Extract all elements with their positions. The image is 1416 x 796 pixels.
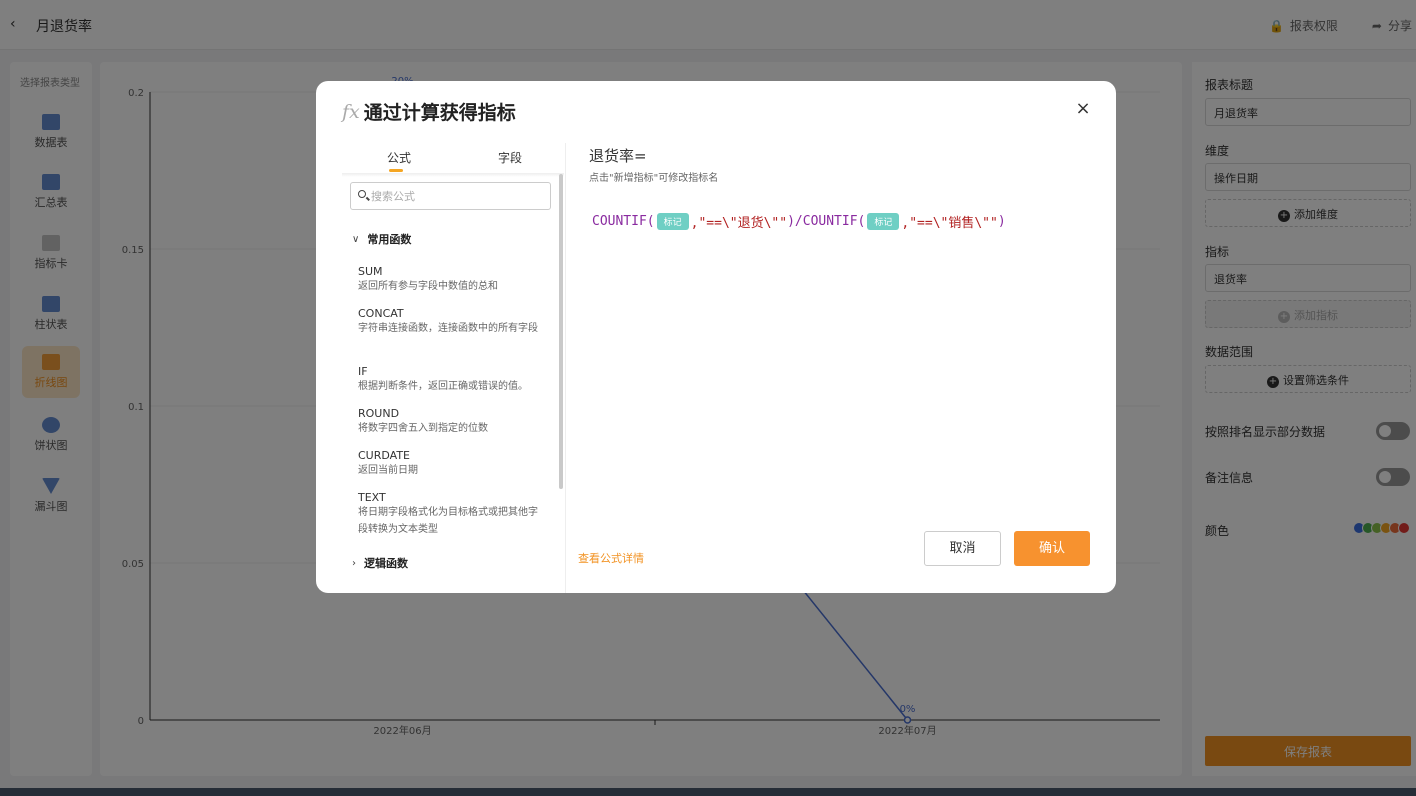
function-item-concat[interactable]: CONCAT 字符串连接函数，连接函数中的所有字段: [358, 307, 544, 337]
formula-metric-name: 退货率=: [589, 147, 647, 165]
function-item-text[interactable]: TEXT 将日期字段格式化为目标格式或把其他字段转换为文本类型: [358, 491, 544, 538]
function-item-sum[interactable]: SUM 返回所有参与字段中数值的总和: [358, 265, 544, 295]
tab-formula[interactable]: 公式: [387, 149, 411, 172]
function-item-if[interactable]: IF 根据判断条件，返回正确或错误的值。: [358, 365, 544, 395]
search-icon: [358, 190, 366, 198]
formula-hint: 点击"新增指标"可修改指标名: [589, 173, 719, 184]
close-icon[interactable]: ×: [1073, 99, 1093, 119]
group-common-functions[interactable]: ∨ 常用函数: [352, 231, 411, 247]
panel-divider: [565, 143, 566, 593]
formula-modal: fx 通过计算获得指标 × 公式 字段 ∨常用函数 SUM返回所有参与字段中数值…: [316, 81, 1116, 593]
field-chip[interactable]: 标记: [867, 213, 900, 230]
formula-tabs: 公式 字段: [342, 149, 564, 175]
group-logic-functions[interactable]: › 逻辑函数: [352, 555, 408, 571]
chevron-down-icon: ∨: [352, 233, 360, 245]
function-list-scrollbar[interactable]: [559, 174, 563, 489]
formula-editor[interactable]: COUNTIF( 标记 ,"==\"退货\"" )/COUNTIF( 标记 ,"…: [592, 212, 1006, 231]
formula-search[interactable]: [350, 182, 551, 210]
formula-fn-countif: COUNTIF(: [592, 214, 655, 229]
chevron-right-icon: ›: [352, 557, 356, 569]
formula-arg: ,"==\"退货\"": [690, 216, 788, 231]
formula-search-input[interactable]: [371, 188, 541, 204]
tab-field[interactable]: 字段: [498, 149, 522, 166]
function-item-curdate[interactable]: CURDATE 返回当前日期: [358, 449, 544, 479]
confirm-button[interactable]: 确认: [1014, 531, 1090, 566]
modal-title: fx 通过计算获得指标: [342, 98, 516, 125]
modal-title-text: 通过计算获得指标: [363, 102, 516, 124]
formula-close-paren: ): [997, 214, 1006, 229]
formula-fn-countif: )/COUNTIF(: [787, 214, 866, 229]
formula-arg: ,"==\"销售\"": [901, 216, 998, 231]
function-item-round[interactable]: ROUND 将数字四舍五入到指定的位数: [358, 407, 544, 437]
cancel-button[interactable]: 取消: [924, 531, 1001, 566]
field-chip[interactable]: 标记: [656, 213, 689, 230]
tabs-divider: [342, 173, 564, 177]
function-list: ∨ 常用函数 SUM 返回所有参与字段中数值的总和 CONCAT 字符串连接函数，连接…: [342, 217, 562, 577]
formula-detail-link[interactable]: 查看公式详情: [578, 550, 644, 566]
fx-icon: fx: [342, 100, 360, 123]
